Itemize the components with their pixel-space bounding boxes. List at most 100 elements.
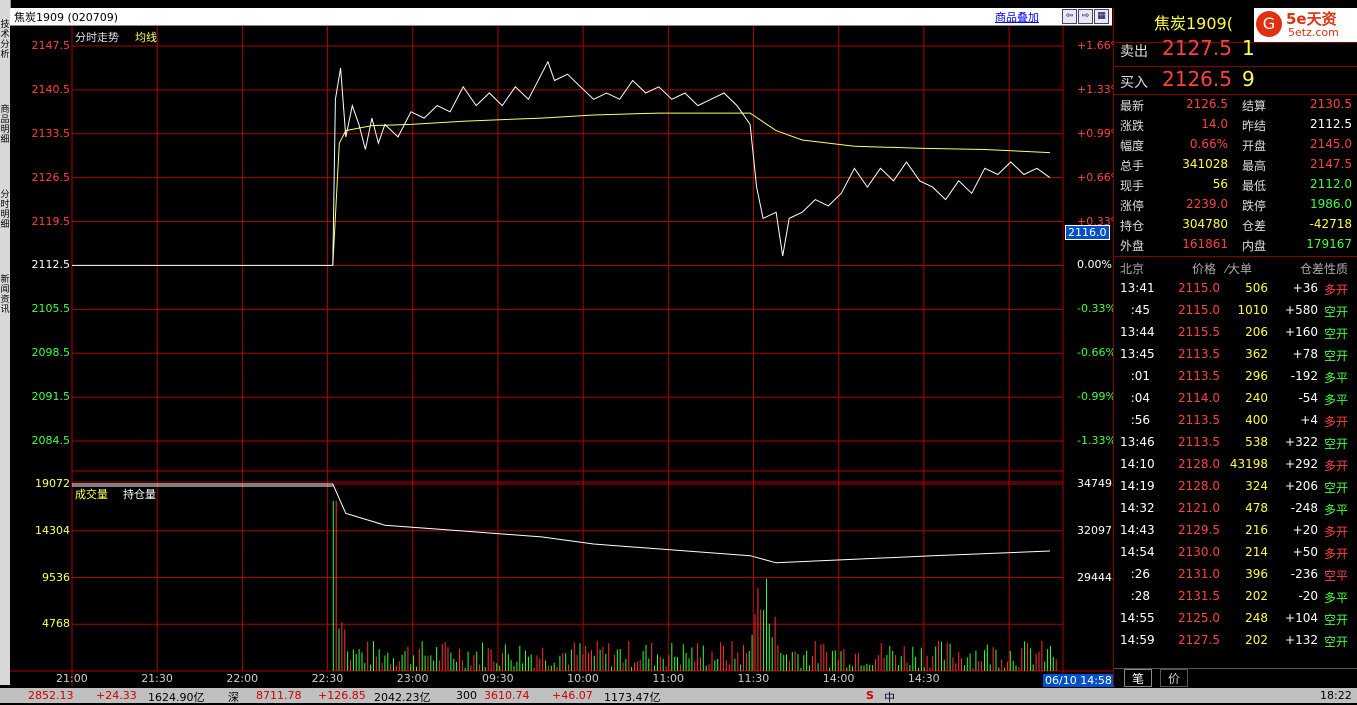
trade-row[interactable]: 14:32 2121.0 478 -248 多平	[1114, 501, 1357, 523]
trade-row[interactable]: :26 2131.0 396 -236 空平	[1114, 567, 1357, 589]
trade-cell-n: 多开	[1324, 415, 1349, 429]
tab-price[interactable]: 价	[1160, 669, 1188, 687]
trade-cell-d: +160	[1285, 325, 1318, 339]
trade-row[interactable]: 14:19 2128.0 324 +206 空开	[1114, 479, 1357, 501]
trade-cell-d: +20	[1292, 523, 1318, 537]
volume-bar	[542, 647, 544, 671]
trade-row[interactable]: 13:41 2115.0 506 +36 多开	[1114, 281, 1357, 303]
trade-row[interactable]: :28 2131.5 202 -20 多平	[1114, 589, 1357, 611]
volume-bar	[780, 652, 782, 671]
volume-bar	[972, 667, 974, 671]
volume-bar	[568, 664, 569, 671]
trade-row[interactable]: 14:10 2128.0 43198 +292 多开	[1114, 457, 1357, 479]
quote-panel: 焦炭1909( G 5e天资 5etz.com 卖出 2127.5 1 买入 2…	[1113, 8, 1357, 687]
trade-cell-v: 206	[1245, 325, 1268, 339]
volume-bar	[350, 660, 351, 671]
volume-bar	[731, 641, 733, 671]
volume-bar	[929, 667, 931, 671]
trade-cell-t: 14:54	[1120, 545, 1155, 559]
volume-bar	[562, 652, 564, 671]
volume-bar	[482, 642, 483, 671]
quote-label: 跌停	[1242, 199, 1267, 213]
trade-cell-d: +104	[1285, 611, 1318, 625]
quote-value: 1986.0	[1310, 197, 1352, 211]
price-axis-label: 2147.5	[31, 39, 71, 52]
volume-bar	[877, 655, 879, 671]
quote-value: 2130.5	[1310, 97, 1352, 111]
volume-bar	[616, 649, 618, 671]
trade-row[interactable]: :56 2113.5 400 +4 多开	[1114, 413, 1357, 435]
volume-bar	[766, 578, 767, 671]
volume-bar	[634, 662, 635, 671]
intraday-chart[interactable]	[10, 26, 1113, 686]
volume-bar	[513, 666, 515, 671]
trade-cell-t: 14:32	[1120, 501, 1155, 515]
volume-bar	[757, 588, 759, 671]
trade-cell-v: 478	[1245, 501, 1268, 515]
trade-column-header: 性质	[1324, 262, 1349, 276]
trade-cell-p: 2128.0	[1178, 479, 1220, 493]
trade-row[interactable]: :45 2115.0 1010 +580 空开	[1114, 303, 1357, 325]
trade-row[interactable]: 13:44 2115.5 206 +160 空开	[1114, 325, 1357, 347]
volume-bar	[490, 649, 492, 671]
volume-bar	[588, 652, 590, 671]
tab-ticks[interactable]: 笔	[1124, 669, 1152, 687]
volume-bar	[811, 655, 813, 671]
volume-bar	[1006, 661, 1008, 671]
trade-cell-p: 2131.0	[1178, 567, 1220, 581]
volume-bar	[923, 667, 925, 671]
grid-icon[interactable]: ▦	[1094, 9, 1109, 24]
trade-row[interactable]: 13:46 2113.5 538 +322 空开	[1114, 435, 1357, 457]
logo-icon: G	[1256, 11, 1282, 37]
overlay-commodity-link[interactable]: 商品叠加	[995, 9, 1039, 25]
volume-bar	[768, 623, 770, 671]
volume-bar	[418, 648, 420, 671]
trade-row[interactable]: :01 2113.5 296 -192 多平	[1114, 369, 1357, 391]
volume-bar	[826, 652, 828, 671]
trade-row[interactable]: 14:54 2130.0 214 +50 多开	[1114, 545, 1357, 567]
site-logo: G 5e天资 5etz.com	[1254, 8, 1357, 42]
market-index-value: +126.85	[318, 689, 366, 702]
volume-bar	[504, 644, 506, 671]
volume-bar	[829, 667, 831, 671]
market-status-bar: S 中 18:22 2852.13 +24.33 1624.90亿深 8711.78 +…	[0, 688, 1357, 704]
prev-arrow-icon[interactable]: ⇦	[1062, 9, 1077, 24]
volume-bar	[525, 650, 526, 671]
volume-bar	[459, 648, 460, 671]
volume-bar	[998, 667, 1000, 671]
volume-bar	[335, 501, 337, 671]
trade-cell-t: 14:55	[1120, 611, 1155, 625]
quote-instrument-name: 焦炭1909(	[1154, 14, 1233, 33]
trade-cell-t: :01	[1130, 369, 1150, 383]
trade-cell-d: +50	[1292, 545, 1318, 559]
volume-bar	[444, 642, 446, 671]
volume-bar	[456, 662, 458, 671]
volume-bar	[963, 665, 965, 671]
trade-row[interactable]: 14:55 2125.0 248 +104 空开	[1114, 611, 1357, 633]
volume-axis-label: 9536	[42, 570, 70, 584]
quote-value: 2126.5	[1186, 97, 1228, 111]
trade-cell-p: 2127.5	[1178, 633, 1220, 647]
trade-cell-n: 空平	[1324, 569, 1349, 583]
trade-row[interactable]: 13:45 2113.5 362 +78 空开	[1114, 347, 1357, 369]
volume-bar	[981, 661, 983, 671]
time-axis-label: 23:00	[396, 672, 429, 685]
volume-bar	[791, 652, 793, 671]
volume-bar	[484, 667, 486, 671]
trade-row[interactable]: 14:59 2127.5 202 +132 空开	[1114, 633, 1357, 655]
volume-bar	[404, 651, 406, 671]
volume-bar	[734, 658, 736, 671]
ime-icon[interactable]: S	[866, 689, 874, 702]
next-arrow-icon[interactable]: ⇨	[1078, 9, 1093, 24]
volume-bar	[662, 658, 664, 671]
volume-bar	[866, 663, 868, 671]
price-axis-label: 2112.5	[31, 258, 71, 272]
quote-value: 56	[1212, 177, 1228, 191]
trade-row[interactable]: 14:43 2129.5 216 +20 多开	[1114, 523, 1357, 545]
trade-cell-t: 14:43	[1120, 523, 1155, 537]
volume-bar	[398, 661, 400, 671]
quote-label: 总手	[1120, 159, 1145, 173]
market-index-value: +24.33	[96, 689, 137, 702]
trade-row[interactable]: :04 2114.0 240 -54 多平	[1114, 391, 1357, 413]
quote-label: 现手	[1120, 179, 1145, 193]
